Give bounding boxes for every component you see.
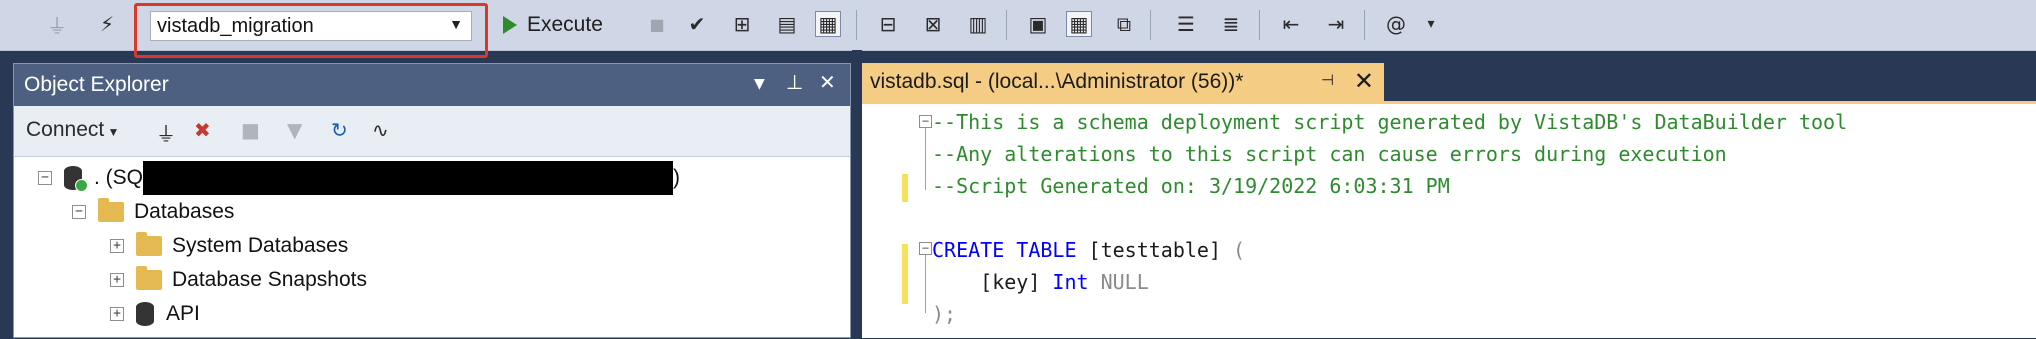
filter-icon[interactable]: ▼ — [287, 118, 302, 142]
code-comment: --Any alterations to this script can cau… — [932, 142, 1727, 166]
code-comment: --Script Generated on: 3/19/2022 6:03:31… — [932, 174, 1450, 198]
results-to-file-icon[interactable]: ▥ — [965, 11, 991, 37]
window-position-icon[interactable]: ▼ — [754, 76, 765, 92]
object-tree: − . (SQ) − Databases + System Databases … — [14, 159, 850, 339]
chevron-down-icon: ▼ — [104, 125, 120, 139]
document-tab-title: vistadb.sql - (local...\Administrator (5… — [870, 70, 1244, 93]
pin-icon[interactable]: ⊥ — [786, 70, 803, 94]
tree-node-system-databases[interactable]: + System Databases — [110, 229, 348, 263]
object-explorer-header: Object Explorer ▼ ⊥ ✕ — [14, 64, 850, 106]
object-explorer-title: Object Explorer — [24, 73, 169, 96]
collapse-region-icon[interactable]: − — [919, 115, 932, 128]
play-icon — [503, 16, 517, 34]
stop-icon[interactable]: ■ — [241, 118, 260, 142]
code-line-7: ); — [932, 298, 956, 330]
toolbar-separator — [1364, 10, 1365, 40]
tree-node-api[interactable]: + API — [110, 297, 200, 331]
folder-icon — [136, 266, 162, 290]
chevron-down-icon: ▼ — [449, 16, 463, 32]
connect-dropdown[interactable]: Connect ▼ — [26, 118, 119, 142]
code-comment: --This is a schema deployment script gen… — [932, 110, 1848, 134]
collapse-icon[interactable]: − — [38, 171, 52, 185]
collapse-icon[interactable]: − — [72, 205, 86, 219]
code-paren: ); — [932, 302, 957, 326]
pin-icon[interactable]: ⊣ — [1321, 71, 1334, 89]
folder-icon — [98, 198, 124, 222]
activity-monitor-icon[interactable]: ∿ — [372, 118, 389, 142]
parse-checkmark-icon[interactable]: ✔ — [684, 11, 710, 37]
outline-guide — [925, 128, 926, 190]
databases-label: Databases — [134, 200, 235, 223]
server-label-suffix: ) — [673, 166, 681, 189]
connect-label: Connect — [26, 118, 105, 141]
outline-guide — [925, 255, 926, 313]
code-identifier: [testtable] — [1076, 238, 1234, 262]
code-line-6: [key] Int NULL — [932, 266, 1149, 298]
tree-node-label: System Databases — [172, 234, 349, 257]
overflow-icon[interactable]: ▾ — [1418, 11, 1444, 37]
disconnect-icon[interactable]: ⚡ — [94, 11, 120, 37]
document-tab[interactable]: vistadb.sql - (local...\Administrator (5… — [862, 63, 1384, 101]
code-paren: ( — [1233, 238, 1246, 262]
toolbar-separator — [1259, 10, 1260, 40]
connect-icon[interactable]: ⏚ — [156, 118, 176, 147]
display-plan-icon[interactable]: ⊞ — [729, 11, 755, 37]
refresh-icon[interactable]: ↻ — [331, 118, 348, 142]
code-line-3: --Script Generated on: 3/19/2022 6:03:31… — [932, 170, 1450, 202]
redacted-block — [143, 161, 674, 195]
tree-node-server[interactable]: − . (SQ) — [38, 161, 680, 195]
increase-indent-icon[interactable]: ⇥ — [1323, 11, 1349, 37]
database-selector-value: vistadb_migration — [157, 15, 314, 37]
execute-label: Execute — [527, 13, 603, 36]
uncomment-icon[interactable]: ≣ — [1218, 11, 1244, 37]
server-icon — [64, 166, 88, 192]
query-options-icon[interactable]: ⊟ — [875, 11, 901, 37]
include-statistics-icon[interactable]: ▣ — [1025, 11, 1051, 37]
expand-icon[interactable]: + — [110, 307, 124, 321]
server-label-prefix: . (SQ — [94, 166, 144, 189]
decrease-indent-icon[interactable]: ⇤ — [1278, 11, 1304, 37]
code-keyword: Int — [1052, 270, 1089, 294]
toolbar-separator — [1150, 10, 1151, 40]
close-icon[interactable]: ✕ — [1354, 67, 1374, 95]
folder-icon — [136, 232, 162, 256]
panel-splitter[interactable] — [852, 50, 862, 338]
database-selector[interactable]: vistadb_migration ▼ — [150, 11, 472, 41]
code-identifier: [key] — [932, 270, 1053, 294]
toolbar-separator — [856, 10, 857, 40]
change-marker — [902, 244, 908, 304]
expand-icon[interactable]: + — [110, 273, 124, 287]
expand-icon[interactable]: + — [110, 239, 124, 253]
results-to-grid-icon[interactable]: ▦ — [815, 11, 841, 37]
collapse-region-icon[interactable]: − — [919, 242, 932, 255]
code-keyword-null: NULL — [1088, 270, 1149, 294]
sqlcmd-mode-icon[interactable]: ⧉ — [1111, 11, 1137, 37]
stop-icon[interactable]: ■ — [644, 11, 670, 37]
tree-node-databases[interactable]: − Databases — [72, 195, 234, 229]
results-to-text-icon[interactable]: ▤ — [774, 11, 800, 37]
execute-button[interactable]: Execute — [503, 11, 603, 39]
change-marker — [902, 174, 908, 202]
tree-node-label: API — [166, 302, 200, 325]
sql-editor[interactable]: − − --This is a schema deployment script… — [862, 101, 2036, 338]
intellisense-icon[interactable]: ⊠ — [920, 11, 946, 37]
main-toolbar: ⏚ ⚡ vistadb_migration ▼ Execute ■ ✔ ⊞ ▤ … — [0, 0, 2036, 58]
connect-icon[interactable]: ⏚ — [44, 11, 70, 38]
object-explorer-toolbar: Connect ▼ ⏚ ✖ ■ ▼ ↻ ∿ — [14, 106, 850, 157]
specify-values-icon[interactable]: @ — [1383, 11, 1409, 37]
client-statistics-icon[interactable]: ▦ — [1066, 11, 1092, 37]
object-explorer-panel: Object Explorer ▼ ⊥ ✕ Connect ▼ ⏚ ✖ ■ ▼ … — [13, 63, 851, 338]
tree-node-label: Database Snapshots — [172, 268, 367, 291]
close-icon[interactable]: ✕ — [819, 70, 836, 94]
code-line-1: --This is a schema deployment script gen… — [932, 106, 1847, 138]
comment-icon[interactable]: ☰ — [1173, 11, 1199, 37]
tree-node-database-snapshots[interactable]: + Database Snapshots — [110, 263, 367, 297]
disconnect-icon[interactable]: ✖ — [194, 118, 211, 142]
code-keyword: CREATE TABLE — [932, 238, 1077, 262]
database-icon — [136, 302, 154, 326]
code-line-5: CREATE TABLE [testtable] ( — [932, 234, 1245, 266]
toolbar-separator — [1006, 10, 1007, 40]
code-line-2: --Any alterations to this script can cau… — [932, 138, 1727, 170]
